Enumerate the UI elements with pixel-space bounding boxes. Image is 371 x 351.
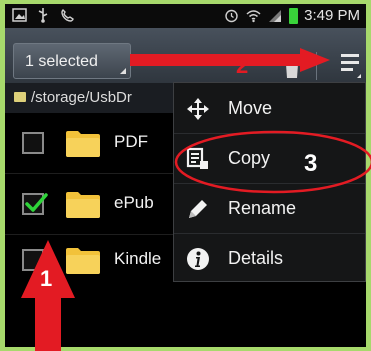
signal-icon [267, 8, 283, 24]
menu-label: Details [228, 248, 284, 268]
action-bar-divider [316, 52, 317, 80]
checkbox[interactable] [22, 249, 44, 271]
battery-icon [289, 7, 299, 24]
file-name: ePub [114, 193, 154, 212]
selection-label: 1 selected [25, 53, 98, 70]
checkbox[interactable] [22, 132, 44, 154]
action-bar: 1 selected [5, 28, 366, 83]
overflow-menu-icon[interactable] [337, 48, 365, 80]
folder-icon [66, 248, 100, 274]
folder-icon [66, 131, 100, 157]
menu-label: Rename [228, 198, 297, 218]
file-name: Kindle [114, 249, 162, 268]
checkmark-icon [25, 193, 48, 212]
info-icon [187, 248, 209, 270]
menu-item-rename[interactable]: Rename [174, 184, 365, 234]
move-icon [187, 98, 209, 120]
file-name: PDF [114, 132, 148, 151]
folder-icon [66, 192, 100, 218]
status-time: 3:49 PM [304, 7, 360, 24]
status-bar: 3:49 PM [5, 4, 366, 28]
selection-dropdown[interactable]: 1 selected [13, 43, 131, 79]
menu-item-details[interactable]: Details [174, 234, 365, 284]
usb-icon [35, 7, 51, 23]
image-icon [11, 7, 27, 23]
path-text: /storage/UsbDr [31, 89, 132, 106]
context-menu: Move Copy Rename Details [173, 82, 366, 282]
wifi-icon [245, 8, 261, 24]
alarm-icon [223, 8, 239, 24]
dropdown-corner-icon [120, 68, 126, 74]
trash-icon[interactable] [283, 58, 301, 78]
phone-screen: 3:49 PM 1 selected /storage/UsbDr PDF eP… [5, 4, 366, 347]
phone-icon [59, 7, 75, 23]
rename-icon [189, 200, 207, 218]
copy-icon [186, 147, 208, 169]
status-left-icons [11, 7, 75, 23]
menu-item-move[interactable]: Move [174, 84, 365, 134]
menu-label: Move [228, 98, 273, 118]
menu-item-copy[interactable]: Copy [174, 134, 365, 184]
checkbox-checked[interactable] [22, 193, 48, 215]
menu-label: Copy [228, 148, 271, 168]
status-right-icons: 3:49 PM [223, 7, 360, 24]
storage-icon [14, 92, 26, 102]
